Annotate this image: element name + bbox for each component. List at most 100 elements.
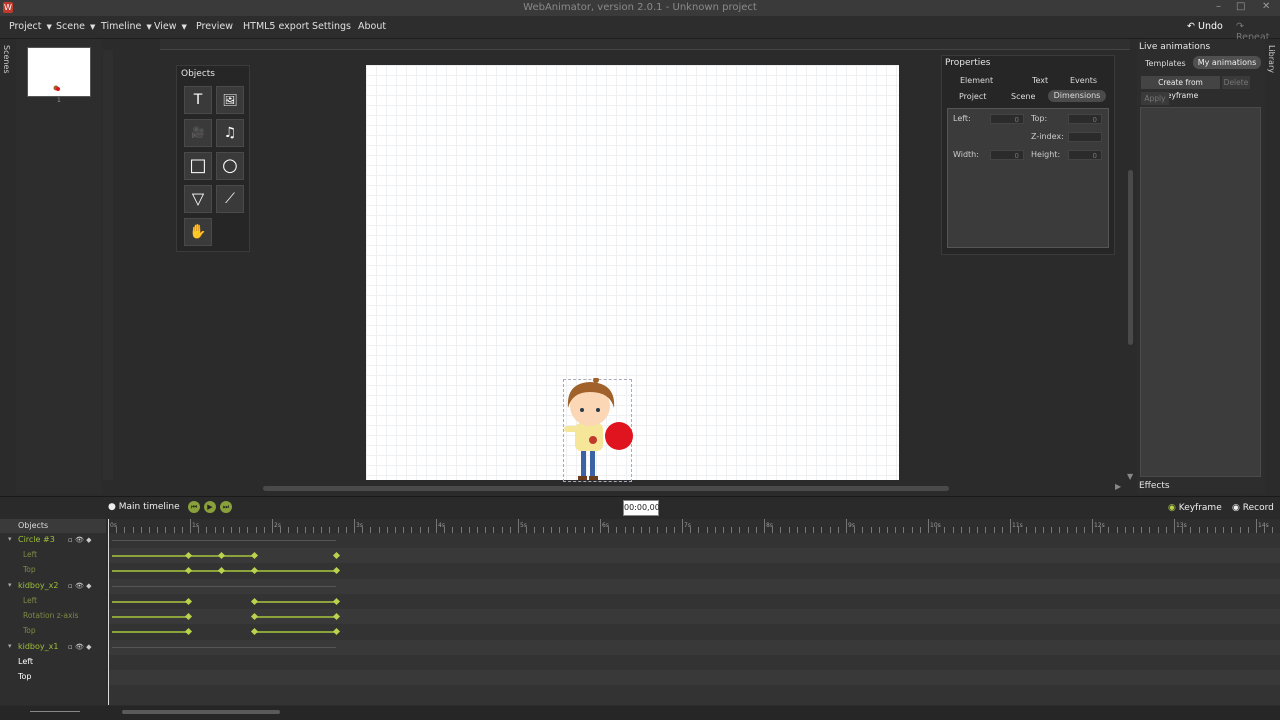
hand-tool-button[interactable]: ✋: [184, 218, 212, 246]
tween-bar[interactable]: [112, 631, 188, 633]
visibility-lock-icons[interactable]: ▫ 👁 ◆: [68, 582, 91, 590]
image-tool-button[interactable]: 🖼: [216, 86, 244, 114]
maximize-icon[interactable]: □: [1236, 1, 1245, 12]
tab-project[interactable]: Project: [959, 92, 986, 101]
timeline-track[interactable]: [108, 609, 1280, 624]
zindex-field[interactable]: [1068, 132, 1102, 142]
timeline-object-row[interactable]: ▾ ▫ 👁 ◆ kidboy_x2: [0, 579, 106, 594]
scroll-down-icon[interactable]: ▼: [1127, 472, 1133, 481]
zoom-slider[interactable]: [30, 711, 80, 712]
keyframe-marker[interactable]: [250, 551, 259, 560]
keyframe-marker[interactable]: [250, 597, 259, 606]
timeline-property-row[interactable]: Left: [0, 548, 106, 563]
tab-element[interactable]: Element: [960, 76, 993, 85]
keyframe-marker[interactable]: [250, 566, 259, 575]
scene-thumbnail[interactable]: [27, 47, 91, 97]
library-tab[interactable]: Library: [1266, 39, 1280, 494]
timeline-track[interactable]: [108, 640, 1280, 655]
circle-3-object[interactable]: [603, 421, 635, 453]
tab-dimensions[interactable]: Dimensions: [1048, 90, 1106, 102]
video-tool-button[interactable]: 🎥: [184, 119, 212, 147]
timeline-property-row[interactable]: Top: [0, 670, 106, 685]
keyframe-marker[interactable]: [184, 627, 193, 636]
timeline-track[interactable]: [108, 563, 1280, 578]
menu-settings[interactable]: Settings: [312, 21, 351, 32]
timeline-track[interactable]: [108, 594, 1280, 609]
main-timeline-selector[interactable]: ● Main timeline: [108, 502, 180, 512]
expand-chevron-icon[interactable]: ▾: [8, 535, 12, 543]
tween-bar[interactable]: [112, 616, 188, 618]
height-field[interactable]: 0: [1068, 150, 1102, 160]
tab-events[interactable]: Events: [1070, 76, 1097, 85]
timeline-object-row[interactable]: ▾ ▫ 👁 ◆ Circle #3: [0, 533, 106, 548]
visibility-lock-icons[interactable]: ▫ 👁 ◆: [68, 536, 91, 544]
tween-bar[interactable]: [188, 570, 336, 572]
timeline-track[interactable]: [108, 579, 1280, 594]
menu-preview[interactable]: Preview: [196, 21, 233, 32]
keyframe-marker[interactable]: [250, 627, 259, 636]
tab-my-animations[interactable]: My animations: [1193, 56, 1261, 69]
forward-button[interactable]: ⏭: [220, 501, 232, 513]
keyframe-marker[interactable]: [184, 551, 193, 560]
scroll-right-icon[interactable]: ▶: [1115, 482, 1121, 491]
timeline-property-row[interactable]: Left: [0, 655, 106, 670]
menu-scene[interactable]: Scene ▼: [56, 21, 95, 32]
keyframe-button[interactable]: ◉ Keyframe: [1168, 503, 1222, 513]
playhead[interactable]: [108, 519, 109, 705]
stage-horizontal-scrollbar[interactable]: [263, 486, 949, 491]
timeline-track[interactable]: [108, 548, 1280, 563]
tween-bar[interactable]: [112, 601, 188, 603]
timeline-track[interactable]: [108, 533, 1280, 548]
keyframe-marker[interactable]: [184, 612, 193, 621]
tab-templates[interactable]: Templates: [1145, 59, 1186, 68]
animations-list[interactable]: [1140, 107, 1261, 477]
keyframe-marker[interactable]: [217, 566, 226, 575]
rectangle-tool-button[interactable]: □: [184, 152, 212, 180]
triangle-tool-button[interactable]: ▽: [184, 185, 212, 213]
menu-about[interactable]: About: [358, 21, 386, 32]
delete-button[interactable]: Delete: [1222, 76, 1250, 89]
menu-view[interactable]: View ▼: [154, 21, 187, 32]
keyframe-marker[interactable]: [217, 551, 226, 560]
tab-scene[interactable]: Scene: [1011, 92, 1035, 101]
circle-tool-button[interactable]: ○: [216, 152, 244, 180]
apply-button[interactable]: Apply: [1141, 92, 1169, 105]
create-from-keyframe-button[interactable]: Create from keyframe: [1141, 76, 1220, 100]
keyframe-marker[interactable]: [332, 627, 341, 636]
timeline-scrollbar[interactable]: [122, 710, 280, 714]
tween-bar[interactable]: [254, 601, 336, 603]
visibility-lock-icons[interactable]: ▫ 👁 ◆: [68, 643, 91, 651]
audio-tool-button[interactable]: ♫: [216, 119, 244, 147]
keyframe-marker[interactable]: [332, 612, 341, 621]
undo-button[interactable]: ↶ Undo: [1187, 21, 1223, 32]
rewind-button[interactable]: ⏮: [188, 501, 200, 513]
menu-timeline[interactable]: Timeline ▼: [101, 21, 152, 32]
close-icon[interactable]: ✕: [1262, 1, 1270, 12]
stage-vertical-scrollbar[interactable]: [1128, 170, 1133, 345]
text-tool-button[interactable]: T: [184, 86, 212, 114]
time-display[interactable]: 00:00,00: [623, 500, 660, 516]
line-tool-button[interactable]: ⟋: [216, 185, 244, 213]
tween-bar[interactable]: [112, 555, 188, 557]
width-field[interactable]: 0: [990, 150, 1024, 160]
top-field[interactable]: 0: [1068, 114, 1102, 124]
timeline-property-row[interactable]: Rotation z-axis: [0, 609, 106, 624]
left-field[interactable]: 0: [990, 114, 1024, 124]
timeline-property-row[interactable]: Top: [0, 624, 106, 639]
play-button[interactable]: ▶: [204, 501, 216, 513]
keyframe-marker[interactable]: [332, 597, 341, 606]
tween-bar[interactable]: [112, 570, 188, 572]
record-button[interactable]: ◉ Record: [1232, 503, 1274, 513]
menu-html5-export[interactable]: HTML5 export: [243, 21, 309, 32]
minimize-icon[interactable]: –: [1216, 1, 1221, 12]
timeline-ruler[interactable]: 0s 1s 2s 3s 4s 5s 6s 7s 8s 9s 10s 11s 12s 13s 14s: [108, 519, 1280, 534]
menu-project[interactable]: Project ▼: [9, 21, 52, 32]
keyframe-marker[interactable]: [332, 551, 341, 560]
tab-text[interactable]: Text: [1032, 76, 1048, 85]
timeline-track[interactable]: [108, 670, 1280, 685]
keyframe-marker[interactable]: [250, 612, 259, 621]
expand-chevron-icon[interactable]: ▾: [8, 642, 12, 650]
timeline-property-row[interactable]: Left: [0, 594, 106, 609]
scenes-tab[interactable]: Scenes: [0, 39, 17, 494]
timeline-property-row[interactable]: Top: [0, 563, 106, 578]
